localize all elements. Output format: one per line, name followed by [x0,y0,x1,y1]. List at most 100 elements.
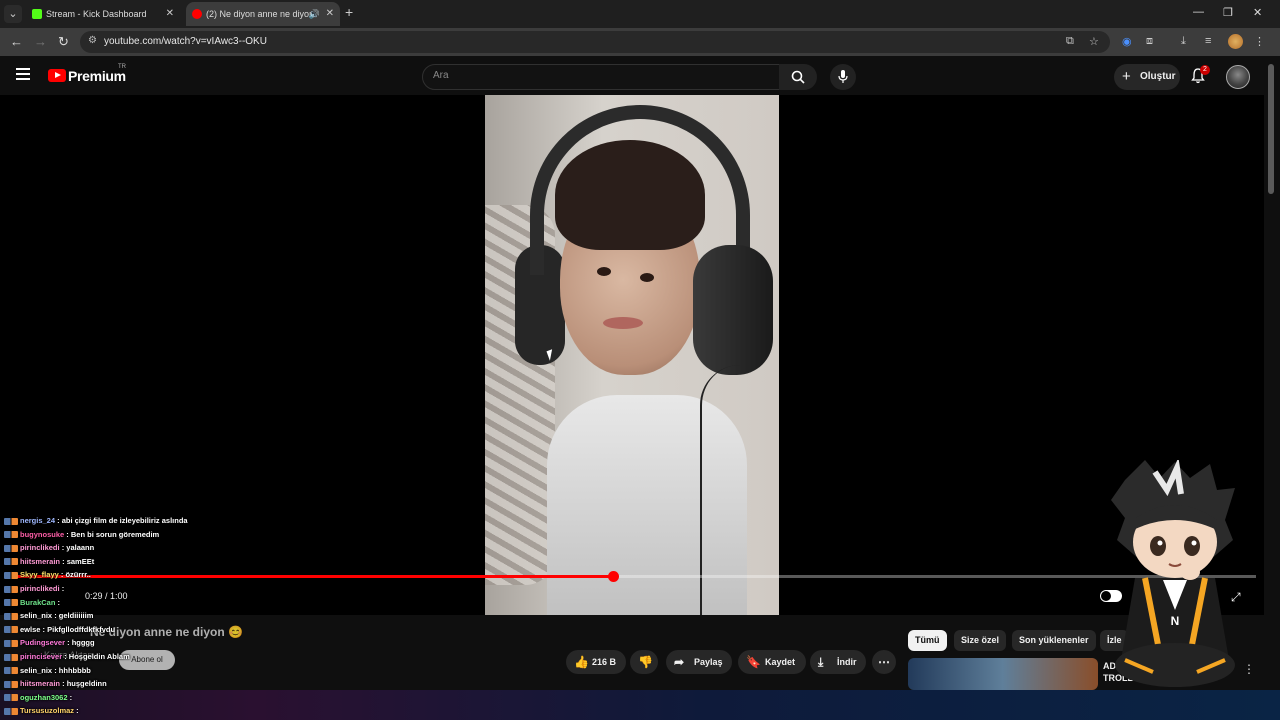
profile-avatar[interactable] [1228,34,1243,49]
chat-username[interactable]: BurakCan [20,598,55,607]
chat-username[interactable]: selin_nix [20,666,52,675]
hamburger-menu-icon[interactable] [16,68,30,80]
chat-separator: : [52,611,59,621]
chat-username[interactable]: hiitsmerain [20,679,60,688]
chat-badge-icon [4,707,18,715]
close-tab-icon[interactable]: ✕ [166,2,174,26]
reload-icon[interactable]: ↻ [58,34,69,50]
chat-username[interactable]: pirincisever [20,652,62,661]
logo-text: Premium [68,67,126,84]
browser-menu-icon[interactable]: ⋮ [1254,35,1265,48]
notifications-button[interactable]: 2 [1190,65,1210,89]
address-bar[interactable]: ⚙ youtube.com/watch?v=vIAwc3--OKU [80,31,1110,53]
svg-text:N: N [1171,614,1180,628]
chat-username[interactable]: Pudingsever [20,638,65,647]
download-button[interactable]: ⤓ İndir [810,650,866,674]
extension-icon[interactable]: ◉ [1122,35,1132,48]
scrollbar-thumb[interactable] [1268,64,1274,194]
close-tab-icon[interactable]: ✕ [326,2,334,26]
page-scrollbar[interactable] [1264,56,1280,690]
chat-badge-icon [4,558,18,566]
search-icon [791,70,805,84]
chat-text: hhhbbbb [58,665,91,675]
voice-search-button[interactable] [830,64,856,90]
chat-message: selin_nix : hhhbbbb [4,666,91,675]
chat-username[interactable]: ewlse [20,625,40,634]
chat-text: yalaann [66,543,95,553]
search-box [422,64,780,90]
bookmark-star-icon[interactable]: ☆ [1089,35,1099,48]
create-button[interactable]: + Oluştur [1114,64,1180,90]
restore-icon[interactable]: ❐ [1223,6,1233,19]
browser-toolbar: ← → ↻ ⚙ youtube.com/watch?v=vIAwc3--OKU … [0,28,1280,56]
chat-username[interactable]: oguzhan3062 [20,693,68,702]
chat-username[interactable]: Skyy_flayy [20,570,59,579]
more-actions-button[interactable]: ⋯ [872,650,896,674]
chat-badge-icon [4,571,18,579]
chat-message: hiitsmerain : huşgeldinn [4,679,107,688]
install-app-icon[interactable]: ⧉ [1066,35,1074,48]
chat-message: ewlse : Pikfgllodffdkfkfvdu [4,625,115,634]
media-control-icon[interactable]: ≡ [1205,35,1211,47]
close-window-icon[interactable]: ✕ [1253,6,1262,19]
chat-badge-icon [4,599,18,607]
microphone-icon [838,70,848,83]
bookmark-icon: 🔖 [746,655,761,669]
chip-recent[interactable]: Son yüklenenler [1012,630,1096,651]
forward-icon[interactable]: → [34,34,47,49]
chat-text: geldiiiiiim [58,611,94,621]
chat-username[interactable]: selin_nix [20,611,52,620]
tab-title: (2) Ne diyon anne ne diyon [206,9,315,19]
like-count: 216 B [592,657,617,667]
chat-username[interactable]: pirinclikedi [20,584,60,593]
search-button[interactable] [779,64,817,90]
chip-for-you[interactable]: Size özel [954,630,1007,651]
chat-username[interactable]: pirinclikedi [20,543,60,552]
chat-separator: : [67,692,73,702]
chat-text: Pikfgllodffdkfkfvdu [47,624,116,634]
browser-tab-bar: ⌄ Stream - Kick Dashboard ✕ (2) Ne diyon… [0,0,1280,28]
chat-username[interactable]: nergis_24 [20,516,55,525]
chat-separator: : [55,516,62,525]
chat-text: özürrr.. [65,570,91,580]
minimize-icon[interactable]: — [1193,6,1204,18]
like-button[interactable]: 👍 216 B [566,650,626,674]
chat-text: samEEt [66,556,95,566]
search-input[interactable] [431,69,765,82]
browser-tab-kick[interactable]: Stream - Kick Dashboard ✕ [26,2,180,26]
browser-tab-youtube[interactable]: (2) Ne diyon anne ne diyon 🔊 ✕ [186,2,340,26]
share-icon: ➦ [674,655,685,669]
chat-text: hgggg [71,638,95,648]
chat-text: abi çizgi film de izleyebiliriz aslında [61,516,188,525]
progress-scrubber[interactable] [607,571,619,582]
chat-username[interactable]: Tursusuzolmaz [20,706,74,715]
speaker-icon[interactable]: 🔊 [309,2,320,26]
chip-all[interactable]: Tümü [908,630,947,651]
download-icon[interactable]: ⤓ [1181,35,1186,48]
thumbs-down-icon: 👎 [638,655,653,669]
video-frame [485,95,779,615]
back-icon[interactable]: ← [10,34,23,49]
chat-separator: : [52,665,59,675]
chat-message: BurakCan : [4,598,60,607]
tab-search-button[interactable]: ⌄ [4,5,22,23]
new-tab-icon[interactable]: + [345,4,353,20]
site-info-icon[interactable]: ⚙ [88,35,97,46]
share-button[interactable]: ➦ Paylaş [666,650,732,674]
chat-message: nergis_24 : abi çizgi film de izleyebili… [4,516,188,525]
chat-separator: : [59,584,65,593]
streamer-mascot-avatar: N [1111,460,1235,687]
save-button[interactable]: 🔖 Kaydet [738,650,806,674]
dislike-button[interactable]: 👎 [630,650,658,674]
extensions-puzzle-icon[interactable]: ⧈ [1146,35,1153,48]
chat-message: pirincisever : Hoşgeldin Ablam [4,652,130,661]
share-label: Paylaş [694,657,723,667]
account-avatar[interactable] [1226,65,1250,89]
chat-message: Tursusuzolmaz : [4,706,79,715]
chat-username[interactable]: hiitsmerain [20,557,60,566]
chat-message: Pudingsever : hgggg [4,638,95,647]
chat-username[interactable]: bugynosuke [20,530,64,539]
related-video-thumbnail[interactable] [908,658,1098,690]
youtube-premium-logo[interactable]: Premium TR [48,64,126,85]
chat-badge-icon [4,653,18,661]
